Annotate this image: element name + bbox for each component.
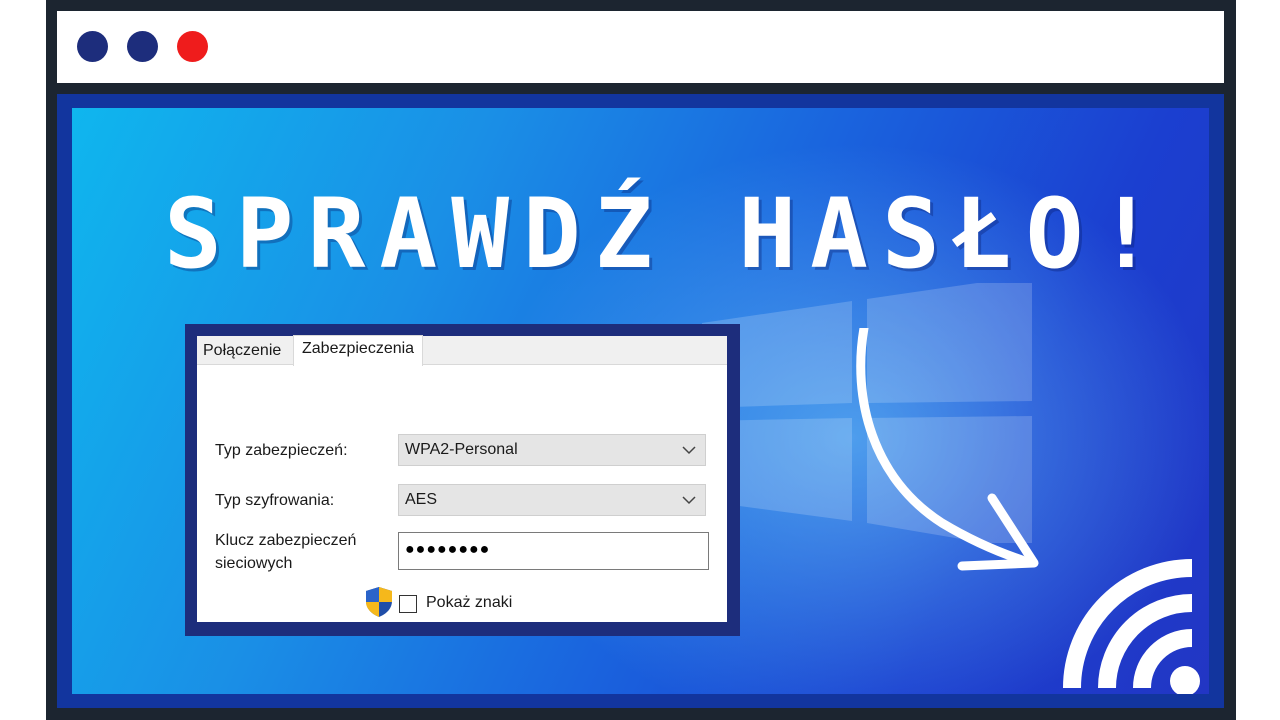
window-dot-1[interactable] [77,31,108,62]
tab-connection[interactable]: Połączenie [197,338,287,364]
wifi-properties-dialog: Połączenie Zabezpieczenia Typ zabezpiecz… [197,335,727,622]
show-chars-checkbox[interactable] [399,595,417,613]
desktop-wallpaper: SPRAWDŹ HASŁO! Połączenie Zabezpieczenia… [72,108,1209,694]
title-bar [57,11,1224,83]
curved-arrow-icon [856,328,1039,571]
window-close-dot[interactable] [177,31,208,62]
chevron-down-icon [682,446,696,455]
dialog-frame: Połączenie Zabezpieczenia Typ zabezpiecz… [185,324,740,636]
wifi-icon [1063,559,1200,694]
headline-title: SPRAWDŹ HASŁO! [164,178,1170,290]
security-type-label: Typ zabezpieczeń: [215,442,348,459]
tab-security[interactable]: Zabezpieczenia [293,335,424,366]
tab-strip: Połączenie Zabezpieczenia [197,335,727,366]
window-dot-2[interactable] [127,31,158,62]
shield-icon [366,587,392,617]
show-chars-label: Pokaż znaki [426,594,513,611]
encryption-type-value: AES [405,491,438,508]
chevron-down-icon [682,496,696,505]
encryption-type-select[interactable]: AES [398,484,706,516]
screen: SPRAWDŹ HASŁO! Połączenie Zabezpieczenia… [57,94,1224,708]
encryption-type-label: Typ szyfrowania: [215,492,335,509]
network-key-label-line2: sieciowych [215,555,293,572]
network-key-label-line1: Klucz zabezpieczeń [215,532,357,549]
security-type-select[interactable]: WPA2-Personal [398,434,706,466]
network-key-input[interactable]: ●●●●●●●● [398,532,709,570]
security-type-value: WPA2-Personal [405,441,518,458]
